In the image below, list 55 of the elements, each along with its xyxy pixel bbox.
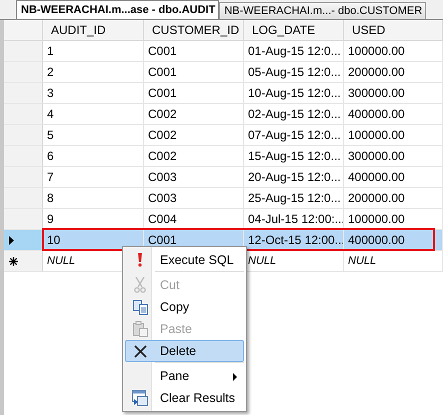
submenu-arrow-icon <box>233 373 237 381</box>
table-cell: 10-Aug-15 12:0... <box>244 83 344 104</box>
column-header[interactable]: LOG_DATE <box>244 20 344 41</box>
table-cell: 400000.00 <box>344 104 443 125</box>
current-row-icon <box>9 236 14 244</box>
paste-icon <box>132 321 148 337</box>
table-cell: 4 <box>43 104 144 125</box>
menu-item[interactable]: Copy <box>125 296 244 318</box>
row-header[interactable] <box>4 230 43 251</box>
table-cell: 6 <box>43 146 144 167</box>
table-cell: C002 <box>144 125 244 146</box>
table-cell: 8 <box>43 188 144 209</box>
table-cell: C001 <box>144 62 244 83</box>
column-header[interactable]: CUSTOMER_ID <box>144 20 244 41</box>
table-cell: 400000.00 <box>344 167 443 188</box>
document-tab[interactable]: NB-WEERACHAI.m...ase - dbo.AUDIT <box>16 0 220 19</box>
table-cell: 1 <box>43 41 144 62</box>
table-cell: 25-Aug-15 12:0... <box>244 188 344 209</box>
menu-item[interactable]: Clear Results <box>125 387 244 409</box>
table-cell: C001 <box>144 41 244 62</box>
copy-icon <box>132 300 148 314</box>
table-cell: C002 <box>144 104 244 125</box>
menu-item[interactable]: Delete <box>125 340 244 362</box>
column-header[interactable]: AUDIT_ID <box>43 20 144 41</box>
table-cell: 02-Aug-15 12:0... <box>244 104 344 125</box>
table-cell: 200000.00 <box>344 188 443 209</box>
clear-results-icon <box>132 390 148 406</box>
table-cell: 07-Aug-15 12:0... <box>244 125 344 146</box>
table-cell: NULL <box>344 251 443 272</box>
table-cell: 15-Aug-15 12:0... <box>244 146 344 167</box>
table-cell: 7 <box>43 167 144 188</box>
column-header[interactable]: USED <box>344 20 443 41</box>
table-cell: C001 <box>144 83 244 104</box>
new-row-icon <box>9 256 18 266</box>
table-cell: 100000.00 <box>344 41 443 62</box>
scissors-icon <box>133 277 147 293</box>
table-cell: 100000.00 <box>344 125 443 146</box>
menu-item[interactable]: Pane <box>125 365 244 387</box>
close-icon <box>134 344 146 358</box>
table-cell: 300000.00 <box>344 83 443 104</box>
table-cell: C003 <box>144 188 244 209</box>
table-cell: 20-Aug-15 12:0... <box>244 167 344 188</box>
table-cell: C003 <box>144 167 244 188</box>
table-cell: 3 <box>43 83 144 104</box>
document-tab[interactable]: NB-WEERACHAI.m...- dbo.CUSTOMER <box>219 2 426 19</box>
table-cell: 300000.00 <box>344 146 443 167</box>
table-cell: 2 <box>43 62 144 83</box>
table-cell: 200000.00 <box>344 62 443 83</box>
table-cell: 01-Aug-15 12:0... <box>244 41 344 62</box>
corner-header[interactable] <box>4 20 43 41</box>
table-cell: 05-Aug-15 12:0... <box>244 62 344 83</box>
row-header[interactable] <box>4 251 43 272</box>
table-cell: C002 <box>144 146 244 167</box>
table-cell: 5 <box>43 125 144 146</box>
exclamation-icon <box>136 253 144 267</box>
